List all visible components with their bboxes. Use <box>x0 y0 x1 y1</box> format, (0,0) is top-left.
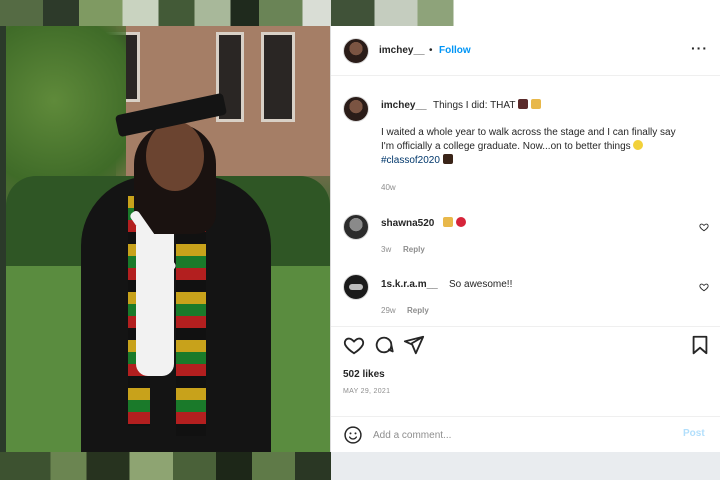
photo-face <box>146 121 204 191</box>
reply-link[interactable]: Reply <box>403 245 425 254</box>
comment-input[interactable] <box>373 427 673 443</box>
photo-window <box>261 32 295 122</box>
avatar[interactable] <box>343 38 369 64</box>
share-icon[interactable] <box>403 334 425 356</box>
red-heart-emoji-icon <box>455 217 466 227</box>
action-bar <box>331 326 720 362</box>
yellow-heart-emoji-icon <box>633 140 644 150</box>
post-panel: imchey__ • Follow ··· imchey__ Things I … <box>330 26 720 452</box>
hands-emoji-icon <box>443 217 453 227</box>
caption-age: 40w <box>381 183 396 192</box>
follow-button[interactable]: Follow <box>439 45 471 56</box>
caption-body-line2-text: I'm officially a college graduate. Now..… <box>381 141 631 152</box>
commenter-avatar[interactable] <box>343 274 369 300</box>
comment-like-heart-icon[interactable] <box>699 222 709 232</box>
graduate-emoji-icon <box>518 99 529 109</box>
reply-link[interactable]: Reply <box>407 306 429 315</box>
separator-dot: • <box>429 45 433 56</box>
more-icon[interactable]: ··· <box>691 40 708 56</box>
smiley-icon[interactable] <box>343 425 363 445</box>
post-header: imchey__ • Follow ··· <box>331 26 720 76</box>
likes-count[interactable]: 502 likes <box>343 369 385 380</box>
post-photo[interactable] <box>6 26 330 452</box>
caption-title: Things I did: THAT <box>433 99 541 112</box>
header-username[interactable]: imchey__ <box>379 45 425 56</box>
grad-cap-emoji-icon <box>442 154 453 164</box>
comment-age: 29w <box>381 306 396 315</box>
pixelated-border-bottom <box>0 452 720 480</box>
hashtag-link[interactable]: #classof2020 <box>381 155 440 166</box>
comment-username[interactable]: 1s.k.r.a.m__ <box>381 279 438 290</box>
commenter-avatar[interactable] <box>343 214 369 240</box>
caption-body-line2: I'm officially a college graduate. Now..… <box>381 140 644 153</box>
caption-username[interactable]: imchey__ <box>381 100 427 111</box>
pixelated-border-top <box>0 0 720 26</box>
caption-hashtag-line: #classof2020 <box>381 154 453 167</box>
hands-emoji-icon <box>530 99 541 109</box>
comment-username[interactable]: shawna520 <box>381 218 434 229</box>
heart-icon[interactable] <box>343 334 365 356</box>
comment-age: 3w <box>381 245 392 254</box>
caption-title-text: Things I did: THAT <box>433 100 516 111</box>
comment-icon[interactable] <box>373 334 395 356</box>
avatar[interactable] <box>343 96 369 122</box>
add-comment-bar: Post <box>331 416 720 452</box>
comment-text: So awesome!! <box>449 279 513 290</box>
bookmark-icon[interactable] <box>689 334 711 356</box>
screenshot: imchey__ • Follow ··· imchey__ Things I … <box>0 0 720 480</box>
post-date: MAY 29, 2021 <box>343 388 391 395</box>
comment-like-heart-icon[interactable] <box>699 282 709 292</box>
caption-body-line1: I waited a whole year to walk across the… <box>381 127 676 138</box>
comment-emojis <box>443 217 466 230</box>
post-comment-button[interactable]: Post <box>683 428 705 439</box>
